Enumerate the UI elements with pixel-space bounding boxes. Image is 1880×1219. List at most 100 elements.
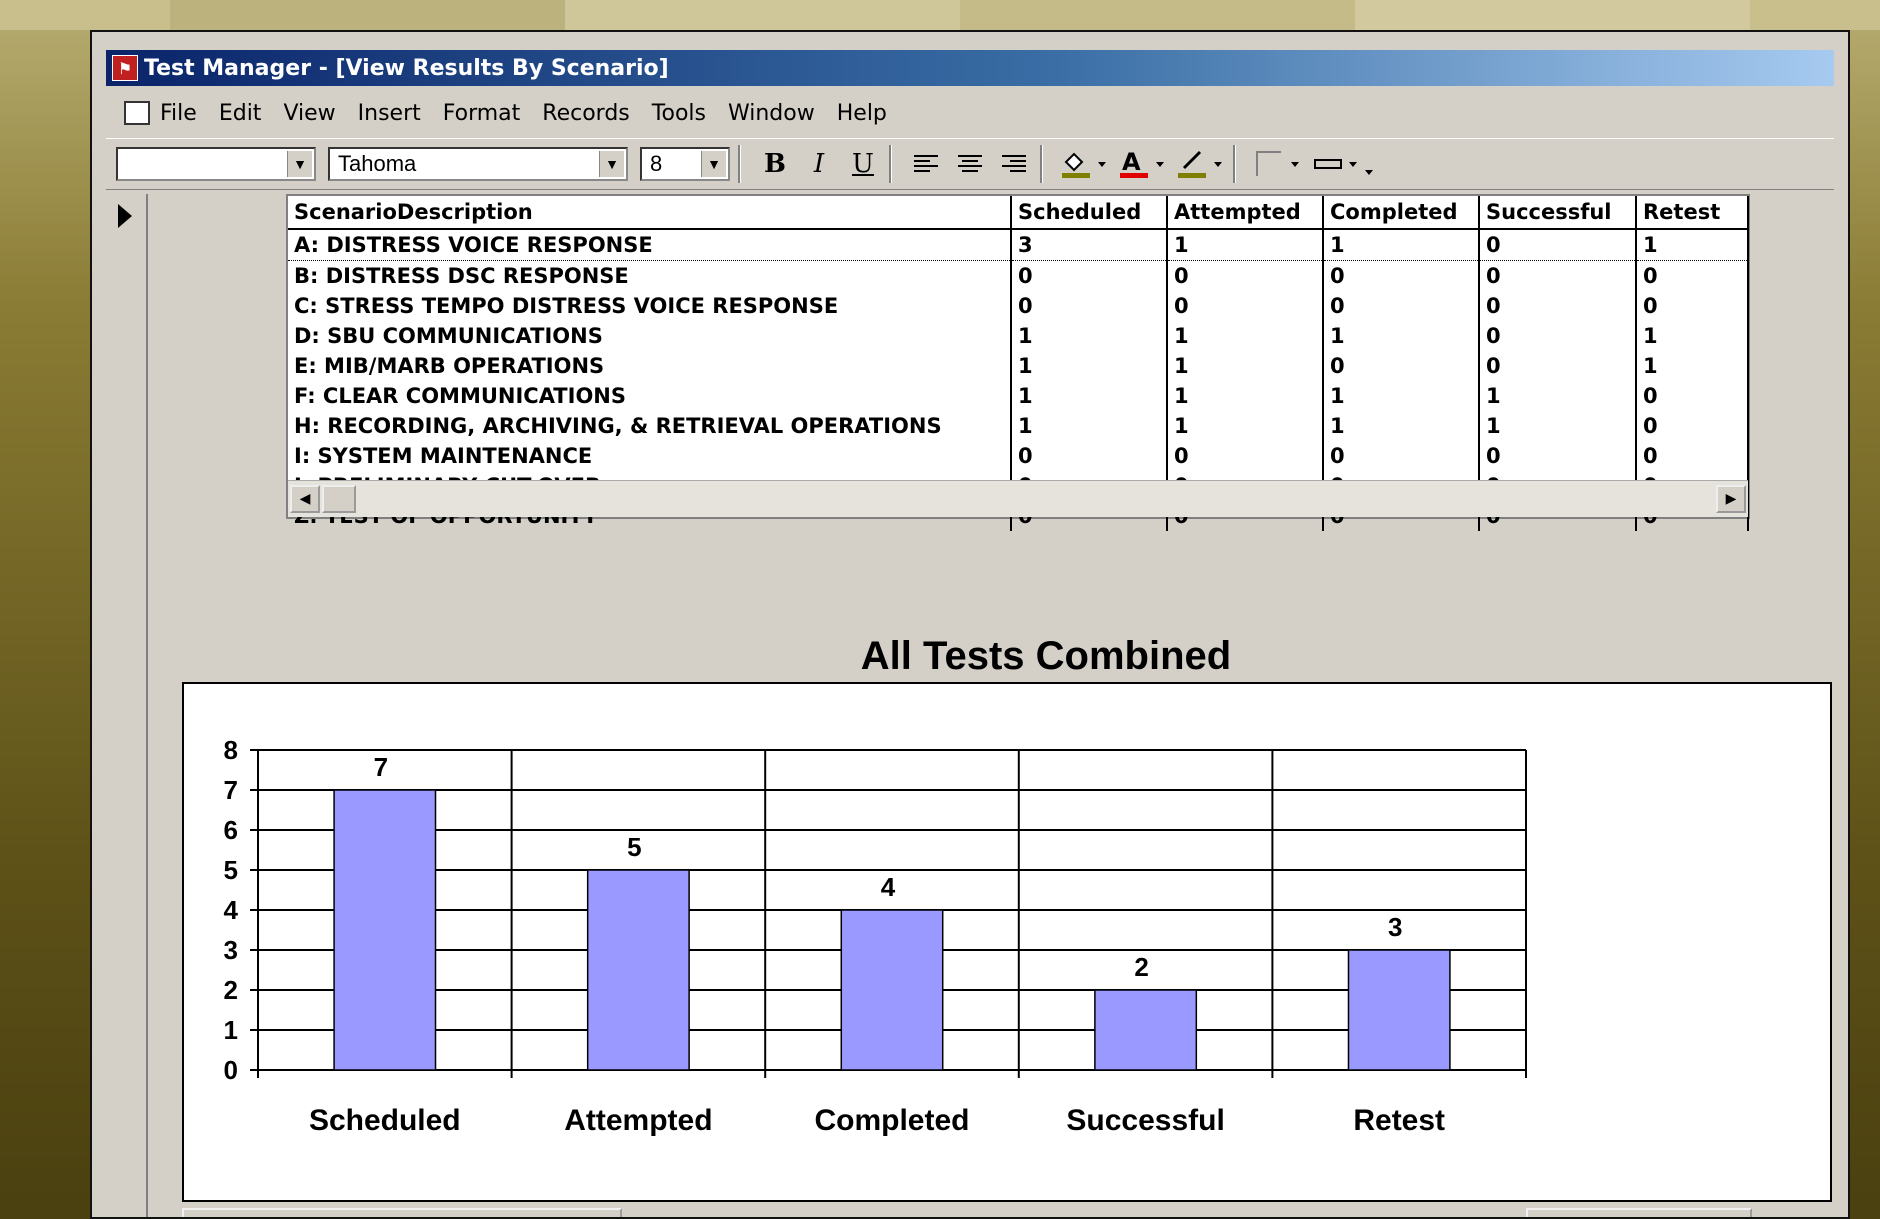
menu-help[interactable]: Help [837,101,887,126]
table-row[interactable]: H: RECORDING, ARCHIVING, & RETRIEVAL OPE… [288,411,1749,441]
count-cell[interactable]: 0 [1323,260,1480,291]
scenario-description-cell[interactable]: A: DISTRESS VOICE RESPONSE [288,229,1012,261]
count-cell[interactable]: 1 [1167,381,1324,411]
font-color-icon[interactable]: A [1117,146,1167,182]
count-cell[interactable]: 0 [1636,441,1749,471]
count-cell[interactable]: 1 [1011,321,1168,351]
column-header[interactable]: Successful [1479,196,1637,230]
count-cell[interactable]: 1 [1323,411,1480,441]
count-cell[interactable]: 1 [1011,351,1168,381]
object-combo[interactable]: ▼ [116,147,316,181]
count-cell[interactable]: 0 [1479,291,1637,321]
bold-button[interactable]: B [757,146,793,182]
column-header[interactable]: Retest [1636,196,1749,230]
line-color-icon[interactable] [1175,146,1225,182]
font-name-combo[interactable]: Tahoma ▼ [328,147,628,181]
count-cell[interactable]: 0 [1167,441,1324,471]
count-cell[interactable]: 0 [1479,229,1637,261]
record-selector[interactable] [106,194,148,1217]
menu-file[interactable]: File [160,101,197,126]
count-cell[interactable]: 0 [1323,351,1480,381]
access-app-icon[interactable]: ⚑ [112,55,138,81]
count-cell[interactable]: 0 [1636,291,1749,321]
count-cell[interactable]: 0 [1167,260,1324,291]
count-cell[interactable]: 0 [1011,260,1168,291]
table-row[interactable]: E: MIB/MARB OPERATIONS 1 1 0 0 1 [288,351,1749,381]
scroll-left-icon[interactable]: ◀ [290,485,320,513]
scenario-description-cell[interactable]: B: DISTRESS DSC RESPONSE [288,260,1012,291]
chevron-down-icon[interactable]: ▼ [599,151,624,177]
table-row[interactable]: F: CLEAR COMMUNICATIONS 1 1 1 1 0 [288,381,1749,411]
scenario-description-cell[interactable]: C: STRESS TEMPO DISTRESS VOICE RESPONSE [288,291,1012,321]
count-cell[interactable]: 0 [1636,411,1749,441]
scenario-description-cell[interactable]: I: SYSTEM MAINTENANCE [288,441,1012,471]
menu-tools[interactable]: Tools [652,101,706,126]
table-row[interactable]: C: STRESS TEMPO DISTRESS VOICE RESPONSE 0… [288,291,1749,321]
count-cell[interactable]: 0 [1479,351,1637,381]
bar[interactable] [1347,949,1451,1071]
count-cell[interactable]: 0 [1479,260,1637,291]
underline-button[interactable]: U [845,146,881,182]
count-cell[interactable]: 1 [1479,411,1637,441]
bar[interactable] [333,789,437,1071]
scenario-description-cell[interactable]: H: RECORDING, ARCHIVING, & RETRIEVAL OPE… [288,411,1012,441]
column-header[interactable]: Completed [1323,196,1480,230]
italic-button[interactable]: I [801,146,837,182]
count-cell[interactable]: 1 [1636,351,1749,381]
scenario-datasheet[interactable]: ScenarioDescription Scheduled Attempted Com… [286,194,1750,531]
count-cell[interactable]: 1 [1011,411,1168,441]
document-icon[interactable] [124,101,150,125]
align-left-icon[interactable] [908,146,944,182]
view-all-tests-combined-button[interactable]: View All Tests Combined [182,1208,622,1217]
count-cell[interactable]: 1 [1479,381,1637,411]
title-bar[interactable]: ⚑ Test Manager - [View Results By Scenar… [106,50,1834,86]
border-width-icon[interactable] [1310,146,1380,182]
menu-window[interactable]: Window [728,101,815,126]
fill-color-icon[interactable] [1059,146,1109,182]
count-cell[interactable]: 0 [1636,260,1749,291]
table-row[interactable]: I: SYSTEM MAINTENANCE 0 0 0 0 0 [288,441,1749,471]
count-cell[interactable]: 0 [1011,441,1168,471]
column-header[interactable]: Scheduled [1011,196,1168,230]
count-cell[interactable]: 1 [1167,351,1324,381]
bar[interactable] [1094,989,1198,1071]
count-cell[interactable]: 0 [1479,321,1637,351]
menu-edit[interactable]: Edit [219,101,262,126]
count-cell[interactable]: 1 [1636,229,1749,261]
column-header[interactable]: Attempted [1167,196,1324,230]
horizontal-scrollbar[interactable]: ◀ ▶ [288,480,1748,517]
count-cell[interactable]: 1 [1011,381,1168,411]
table-row[interactable]: A: DISTRESS VOICE RESPONSE 3 1 1 0 1 [288,229,1749,261]
count-cell[interactable]: 0 [1323,441,1480,471]
column-header[interactable]: ScenarioDescription [288,196,1012,230]
scenario-description-cell[interactable]: E: MIB/MARB OPERATIONS [288,351,1012,381]
count-cell[interactable]: 1 [1636,321,1749,351]
count-cell[interactable]: 0 [1167,291,1324,321]
table-row[interactable]: B: DISTRESS DSC RESPONSE 0 0 0 0 0 [288,260,1749,291]
menu-format[interactable]: Format [443,101,521,126]
scenario-description-cell[interactable]: F: CLEAR COMMUNICATIONS [288,381,1012,411]
menu-view[interactable]: View [283,101,335,126]
bar[interactable] [586,869,690,1071]
menu-records[interactable]: Records [542,101,629,126]
count-cell[interactable]: 0 [1636,381,1749,411]
close-button[interactable]: Close [1526,1208,1752,1217]
chevron-down-icon[interactable]: ▼ [701,151,726,177]
scroll-right-icon[interactable]: ▶ [1716,485,1746,513]
special-effect-icon[interactable] [1252,146,1302,182]
count-cell[interactable]: 1 [1323,381,1480,411]
count-cell[interactable]: 1 [1167,411,1324,441]
font-size-combo[interactable]: 8 ▼ [640,147,730,181]
count-cell[interactable]: 1 [1167,229,1324,261]
count-cell[interactable]: 0 [1479,441,1637,471]
menu-insert[interactable]: Insert [358,101,421,126]
count-cell[interactable]: 1 [1167,321,1324,351]
count-cell[interactable]: 0 [1011,291,1168,321]
count-cell[interactable]: 0 [1323,291,1480,321]
align-right-icon[interactable] [996,146,1032,182]
scenario-description-cell[interactable]: D: SBU COMMUNICATIONS [288,321,1012,351]
chevron-down-icon[interactable]: ▼ [287,151,312,177]
scroll-thumb[interactable] [322,485,356,513]
count-cell[interactable]: 1 [1323,321,1480,351]
bar[interactable] [840,909,944,1071]
